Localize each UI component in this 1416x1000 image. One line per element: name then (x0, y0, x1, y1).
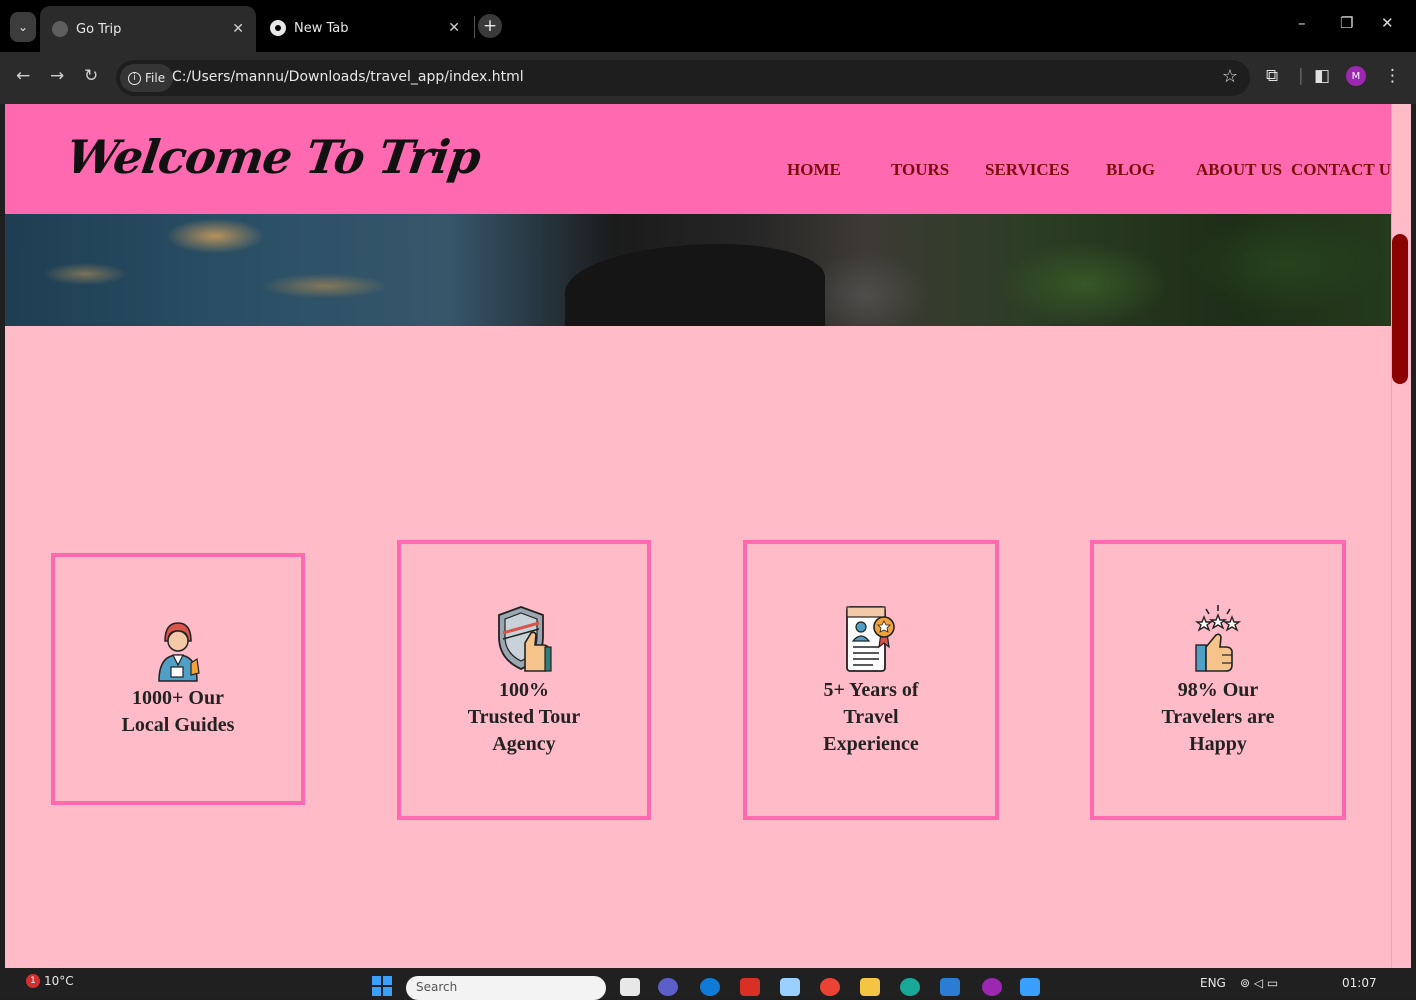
nav-services[interactable]: SERVICES (985, 160, 1069, 180)
tab-go-trip[interactable]: Go Trip ✕ (40, 6, 256, 52)
close-window-icon[interactable]: ✕ (1381, 14, 1394, 32)
stat-label: 5+ Years of Travel Experience (823, 678, 919, 755)
back-icon[interactable]: ← (16, 66, 30, 86)
stat-card-experience: 5+ Years of Travel Experience (743, 540, 999, 820)
nav-about-us[interactable]: ABOUT US (1196, 160, 1282, 180)
stat-card-trusted-agency: 100% Trusted Tour Agency (397, 540, 651, 820)
browser-tab-strip: ⌄ Go Trip ✕ New Tab ✕ + – ❐ ✕ (0, 0, 1416, 52)
windows-taskbar: 1 10°C Search ENG ⊚ ◁ ▭ 01:07 (0, 968, 1416, 1000)
temperature-label: 10°C (44, 974, 74, 988)
browser-app-icon[interactable] (900, 978, 920, 996)
reload-icon[interactable]: ↻ (84, 66, 98, 86)
toolbar-divider: | (1298, 66, 1304, 86)
calendar-app-icon[interactable] (1020, 978, 1040, 996)
nav-contact-us[interactable]: CONTACT US (1291, 160, 1391, 180)
tab-search-icon[interactable]: ⌄ (10, 12, 36, 42)
edge-app-icon[interactable] (700, 978, 720, 996)
certificate-icon (846, 605, 895, 672)
gmail-app-icon[interactable] (740, 978, 760, 996)
nav-blog[interactable]: BLOG (1106, 160, 1155, 180)
folder-app-icon[interactable] (860, 978, 880, 996)
new-tab-icon[interactable]: + (478, 14, 502, 38)
page-viewport: Welcome To Trip HOME TOURS SERVICES BLOG… (5, 104, 1391, 968)
clock-time[interactable]: 01:07 (1342, 976, 1377, 990)
info-icon: i (128, 71, 141, 85)
site-header: Welcome To Trip HOME TOURS SERVICES BLOG… (5, 104, 1391, 214)
tab-title: Go Trip (76, 21, 122, 37)
bookmark-star-icon[interactable]: ☆ (1222, 66, 1238, 87)
stat-label: 100% Trusted Tour Agency (467, 678, 581, 755)
tab-favicon-icon (52, 21, 68, 37)
tab-title: New Tab (294, 20, 349, 36)
forward-icon[interactable]: → (50, 66, 64, 86)
banner-rock-shape (565, 244, 825, 326)
stat-label: 1000+ Our Local Guides (121, 687, 235, 736)
network-volume-icon[interactable]: ⊚ ◁ ▭ (1240, 976, 1278, 990)
side-panel-icon[interactable]: ◧ (1314, 66, 1330, 86)
tab-new-tab[interactable]: New Tab ✕ (258, 8, 472, 48)
address-bar[interactable]: i File C:/Users/mannu/Downloads/travel_a… (116, 60, 1250, 96)
nav-home[interactable]: HOME (787, 160, 841, 180)
site-chip-label: File (145, 71, 166, 85)
stat-card-local-guides: 1000+ Our Local Guides (51, 553, 305, 805)
hero-banner-image (5, 214, 1391, 326)
stat-label: 98% Our Travelers are Happy (1161, 678, 1275, 755)
windows-start-icon[interactable] (372, 976, 394, 996)
extensions-icon[interactable]: ⧉ (1266, 66, 1278, 86)
store-app-icon[interactable] (780, 978, 800, 996)
nav-tours[interactable]: TOURS (891, 160, 949, 180)
teams-app-icon[interactable] (658, 978, 678, 996)
site-logo[interactable]: Welcome To Trip (63, 130, 483, 184)
browser-toolbar: ← → ↻ i File C:/Users/mannu/Downloads/tr… (0, 52, 1416, 104)
trusted-shield-icon (498, 605, 552, 672)
weather-widget[interactable]: 1 10°C (26, 974, 74, 988)
restore-icon[interactable]: ❐ (1340, 14, 1353, 32)
file-app-icon[interactable] (620, 978, 640, 996)
local-guide-icon (158, 622, 200, 682)
stat-card-happy-travelers: 98% Our Travelers are Happy (1090, 540, 1346, 820)
menu-kebab-icon[interactable]: ⋮ (1384, 66, 1401, 86)
notification-badge: 1 (26, 974, 40, 988)
taskbar-search-input[interactable]: Search (406, 976, 606, 1000)
site-info-chip[interactable]: i File (120, 64, 174, 92)
chrome-profile-app-icon[interactable] (982, 978, 1002, 996)
word-app-icon[interactable] (940, 978, 960, 996)
chrome-favicon-icon (270, 20, 286, 36)
tab-divider (474, 16, 475, 38)
close-tab-icon[interactable]: ✕ (448, 20, 460, 36)
language-indicator[interactable]: ENG (1200, 976, 1226, 990)
page-scrollbar-thumb[interactable] (1392, 234, 1408, 384)
address-url[interactable]: C:/Users/mannu/Downloads/travel_app/inde… (172, 69, 524, 85)
profile-avatar[interactable]: M (1346, 66, 1366, 86)
chrome-app-icon[interactable] (820, 978, 840, 996)
happy-rating-icon (1194, 604, 1242, 672)
minimize-icon[interactable]: – (1298, 14, 1306, 32)
close-tab-icon[interactable]: ✕ (232, 21, 244, 37)
